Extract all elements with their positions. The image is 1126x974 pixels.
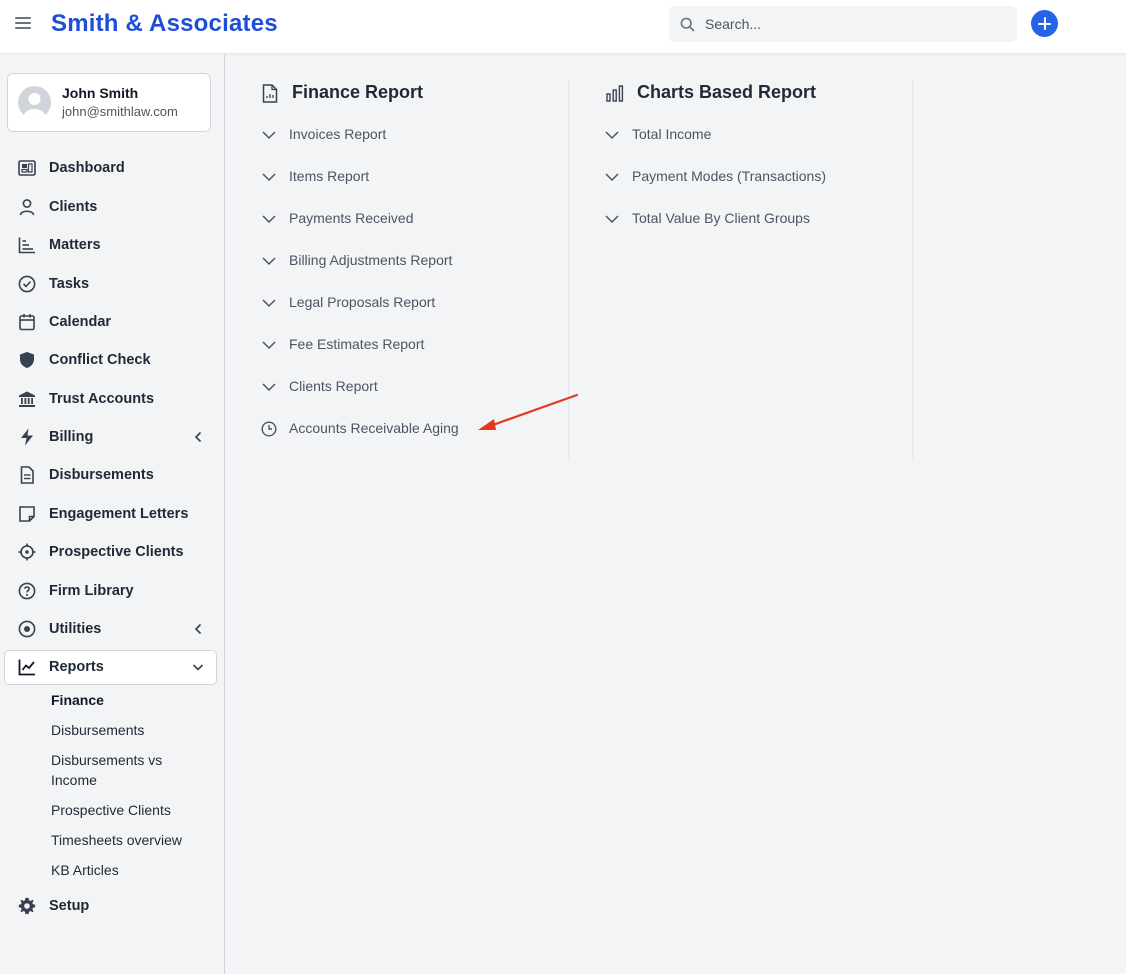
finance-report-title: Finance Report <box>292 82 424 102</box>
submenu-item-timesheets-overview[interactable]: Timesheets overview <box>51 830 182 850</box>
bank-icon <box>19 391 35 407</box>
chevron-left-icon[interactable] <box>192 622 204 636</box>
charts-report-title: Charts Based Report <box>637 82 817 102</box>
sidebar-item-label: Disbursements <box>49 467 154 483</box>
chevron-down-icon[interactable] <box>191 660 205 674</box>
dashboard-icon <box>18 160 36 176</box>
column-divider <box>912 80 913 460</box>
top-header: Smith & Associates <box>0 0 1126 54</box>
chevron-down-icon <box>605 173 619 182</box>
sidebar-item-clients[interactable]: Clients <box>0 190 225 224</box>
sticky-note-icon <box>19 506 35 522</box>
report-link-label: Clients Report <box>289 378 378 394</box>
sidebar-item-prospective-clients[interactable]: Prospective Clients <box>0 535 225 569</box>
sidebar-item-label: Prospective Clients <box>49 544 184 560</box>
sidebar-item-dashboard[interactable]: Dashboard <box>0 151 225 185</box>
sidebar-item-utilities[interactable]: Utilities <box>0 612 225 646</box>
sidebar-item-trust-accounts[interactable]: Trust Accounts <box>0 382 225 416</box>
user-email: john@smithlaw.com <box>62 104 178 119</box>
report-link-label: Legal Proposals Report <box>289 294 436 310</box>
submenu-item-kb-articles[interactable]: KB Articles <box>51 860 119 880</box>
sidebar-item-label: Trust Accounts <box>49 391 155 407</box>
sidebar-item-conflict-check[interactable]: Conflict Check <box>0 343 225 377</box>
submenu-item-disbursements-vs-income[interactable]: Disbursements vs Income <box>51 750 191 790</box>
report-link-label: Billing Adjustments Report <box>289 252 453 268</box>
annotation-arrow-icon <box>478 393 579 430</box>
report-link-label: Payment Modes (Transactions) <box>632 168 826 184</box>
gear-icon <box>18 897 36 914</box>
chevron-down-icon <box>605 131 619 140</box>
sidebar-item-matters[interactable]: Matters <box>0 228 225 262</box>
search-box[interactable] <box>669 6 1017 42</box>
sidebar-item-firm-library[interactable]: Firm Library <box>0 574 225 608</box>
document-icon <box>20 466 34 484</box>
sidebar-item-label: Utilities <box>49 621 102 637</box>
add-new-button[interactable] <box>1031 10 1058 37</box>
calendar-icon <box>19 314 35 331</box>
bar-chart-icon <box>606 85 624 102</box>
chevron-left-icon[interactable] <box>192 430 204 444</box>
question-circle-icon <box>18 582 36 600</box>
sidebar-item-billing[interactable]: Billing <box>0 420 225 454</box>
sidebar-item-label: Matters <box>49 237 101 253</box>
matters-chart-icon <box>18 237 35 254</box>
report-link-label: Accounts Receivable Aging <box>289 420 459 436</box>
chevron-down-icon <box>262 173 276 182</box>
report-link-label: Invoices Report <box>289 126 387 142</box>
sidebar-item-reports[interactable]: Reports <box>4 650 217 685</box>
report-link-label: Items Report <box>289 168 370 184</box>
search-icon <box>680 17 695 32</box>
brand-title[interactable]: Smith & Associates <box>51 10 278 38</box>
user-icon <box>19 199 35 216</box>
sidebar-item-label: Calendar <box>49 314 112 330</box>
user-name: John Smith <box>62 85 139 101</box>
chevron-down-icon <box>262 257 276 266</box>
chevron-down-icon <box>262 341 276 350</box>
sidebar-item-calendar[interactable]: Calendar <box>0 305 225 339</box>
user-card[interactable]: John Smith john@smithlaw.com <box>7 73 211 132</box>
submenu-item-prospective-clients[interactable]: Prospective Clients <box>51 800 171 820</box>
sidebar-item-label: Engagement Letters <box>49 506 189 522</box>
line-chart-icon <box>18 659 35 676</box>
report-document-icon <box>262 84 278 103</box>
hamburger-menu-icon[interactable] <box>15 17 31 33</box>
submenu-item-disbursements[interactable]: Disbursements <box>51 720 144 740</box>
check-circle-icon <box>18 275 36 293</box>
sidebar-item-disbursements[interactable]: Disbursements <box>0 458 225 492</box>
sidebar-item-label: Billing <box>49 429 94 445</box>
chevron-down-icon <box>262 131 276 140</box>
crosshair-icon <box>18 543 36 561</box>
clock-icon <box>261 421 277 437</box>
sidebar-item-label: Dashboard <box>49 160 125 176</box>
report-link-label: Payments Received <box>289 210 414 226</box>
search-input[interactable] <box>705 6 1005 42</box>
sidebar-item-setup[interactable]: Setup <box>0 889 225 923</box>
sidebar-item-label: Setup <box>49 898 90 914</box>
sidebar-item-label: Clients <box>49 199 98 215</box>
chevron-down-icon <box>262 383 276 392</box>
sidebar-item-label: Tasks <box>49 276 90 292</box>
chevron-down-icon <box>262 299 276 308</box>
chevron-down-icon <box>262 215 276 224</box>
shield-icon <box>20 352 34 368</box>
submenu-item-finance[interactable]: Finance <box>51 690 104 710</box>
sidebar-item-label: Reports <box>49 659 104 675</box>
lightning-icon <box>21 428 33 446</box>
radio-circle-icon <box>18 620 36 638</box>
sidebar: John Smith john@smithlaw.com Dashboard C… <box>0 54 225 974</box>
sidebar-item-engagement-letters[interactable]: Engagement Letters <box>0 497 225 531</box>
sidebar-item-label: Conflict Check <box>49 352 151 368</box>
avatar <box>18 86 51 119</box>
sidebar-item-tasks[interactable]: Tasks <box>0 267 225 301</box>
report-link-label: Fee Estimates Report <box>289 336 425 352</box>
sidebar-item-label: Firm Library <box>49 583 134 599</box>
report-link-label: Total Income <box>632 126 712 142</box>
report-link-label: Total Value By Client Groups <box>632 210 810 226</box>
chevron-down-icon <box>605 215 619 224</box>
